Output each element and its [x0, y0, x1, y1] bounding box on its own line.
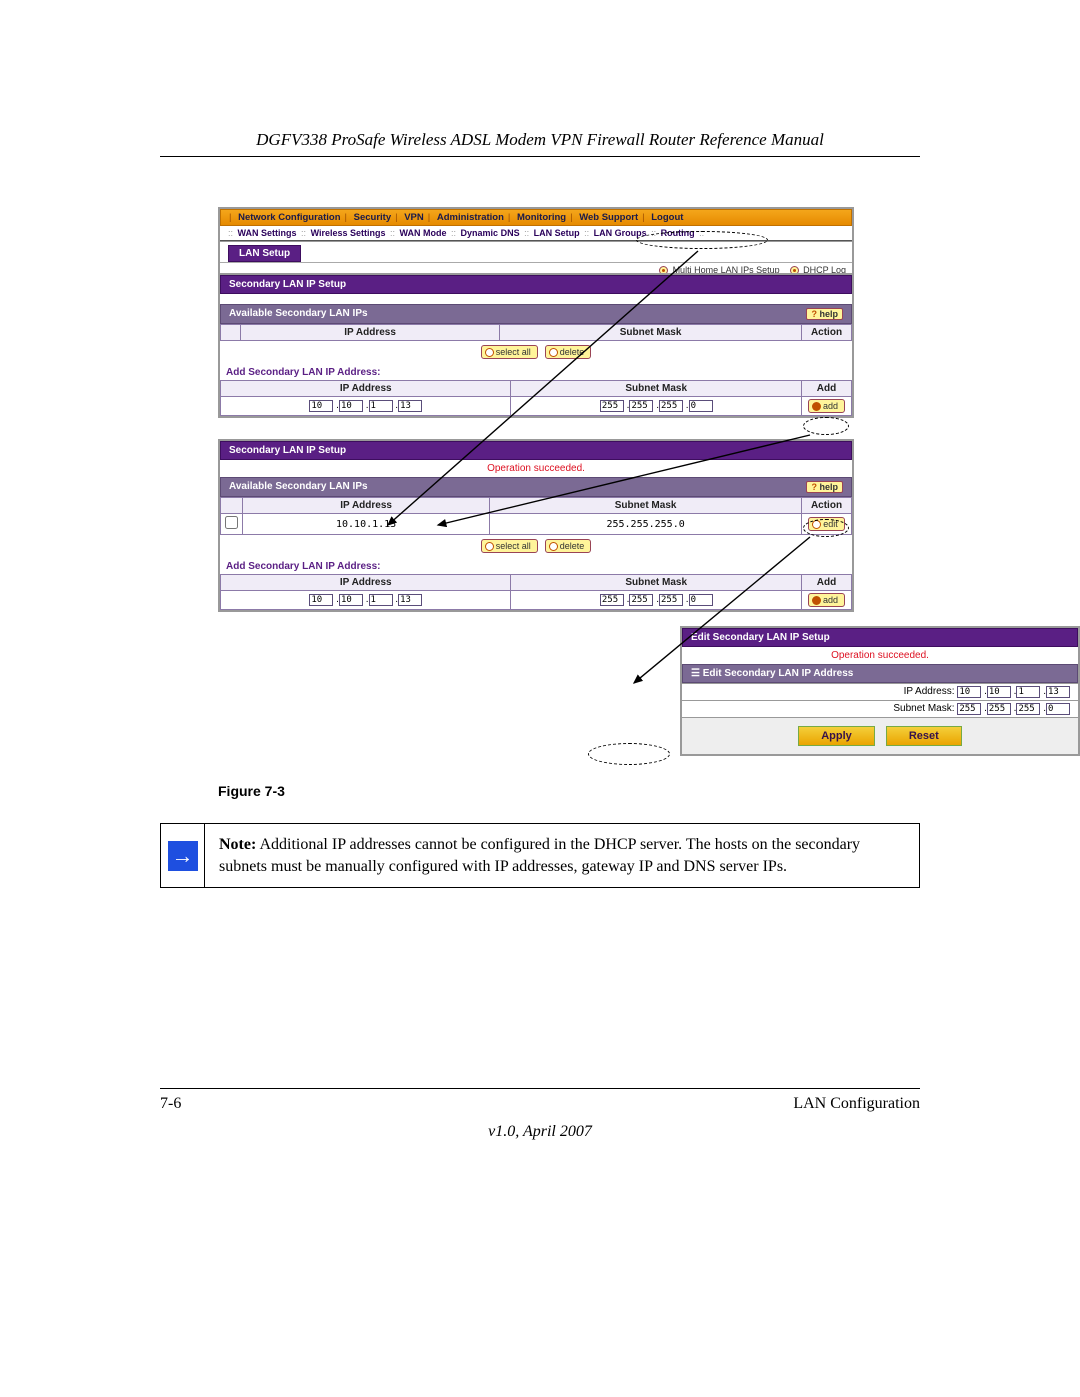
delete-button[interactable]: delete: [545, 345, 592, 359]
avail-table: IP Address Subnet Mask Action 10.10.1.13…: [220, 497, 852, 535]
note-arrow-icon: →: [161, 824, 205, 887]
panel-1-body: Secondary LAN IP Setup Available Seconda…: [218, 273, 854, 418]
col-ip: IP Address: [221, 575, 511, 591]
subnav-ddns[interactable]: Dynamic DNS: [461, 228, 520, 238]
annotation-ellipse: [636, 231, 768, 249]
figure-caption: Figure 7-3: [218, 783, 920, 799]
nav-monitoring[interactable]: Monitoring: [515, 212, 568, 223]
add-button[interactable]: add: [808, 399, 845, 413]
col-ip: IP Address: [241, 325, 500, 341]
mask-label: Subnet Mask:: [870, 703, 955, 714]
top-nav: | Network Configuration | Security | VPN…: [220, 209, 852, 226]
avail-header: Available Secondary LAN IPs ? help: [220, 304, 852, 324]
annotation-ellipse: [588, 743, 670, 765]
help-button[interactable]: ? help: [806, 481, 843, 493]
nav-websupport[interactable]: Web Support: [577, 212, 640, 223]
col-action: Action: [802, 498, 852, 514]
select-all-button[interactable]: select all: [481, 345, 538, 359]
nav-logout[interactable]: Logout: [649, 212, 685, 223]
select-all-button[interactable]: select all: [481, 539, 538, 553]
subnav-lansetup[interactable]: LAN Setup: [534, 228, 580, 238]
page-number: 7-6: [160, 1095, 181, 1113]
subnav-wan[interactable]: WAN Settings: [238, 228, 297, 238]
status-message: Operation succeeded.: [682, 647, 1078, 664]
edit-ip-input[interactable]: . . .: [957, 686, 1070, 698]
figure-wrap: | Network Configuration | Security | VPN…: [218, 207, 858, 767]
add-button[interactable]: add: [808, 593, 845, 607]
col-action: Action: [802, 325, 852, 341]
col-ip: IP Address: [243, 498, 490, 514]
col-ip: IP Address: [221, 381, 511, 397]
version-label: v1.0, April 2007: [160, 1123, 920, 1141]
tab-lan-setup[interactable]: LAN Setup: [228, 245, 301, 262]
edit-mask-input[interactable]: . . .: [957, 703, 1070, 715]
note-text: Note: Additional IP addresses cannot be …: [205, 824, 919, 887]
section-header: Secondary LAN IP Setup: [220, 441, 852, 460]
status-message: Operation succeeded.: [220, 460, 852, 477]
doc-title: DGFV338 ProSafe Wireless ADSL Modem VPN …: [160, 130, 920, 157]
section-header: Secondary LAN IP Setup: [220, 275, 852, 294]
subnav-wireless[interactable]: Wireless Settings: [311, 228, 386, 238]
avail-header: Available Secondary LAN IPs ? help: [220, 477, 852, 497]
col-mask: Subnet Mask: [511, 381, 801, 397]
add-table: IP Address Subnet Mask Add . . . . . . a…: [220, 380, 852, 416]
section-header: Edit Secondary LAN IP Setup: [682, 628, 1078, 647]
page-footer: 7-6 LAN Configuration: [160, 1088, 920, 1113]
nav-vpn[interactable]: VPN: [402, 212, 426, 223]
ip-address-input[interactable]: . . .: [309, 400, 422, 412]
note-box: → Note: Additional IP addresses cannot b…: [160, 823, 920, 888]
nav-admin[interactable]: Administration: [435, 212, 506, 223]
section-name: LAN Configuration: [793, 1095, 920, 1113]
subnet-mask-input[interactable]: . . .: [600, 594, 713, 606]
table-row: 10.10.1.13 255.255.255.0 edit: [221, 514, 852, 535]
col-add: Add: [801, 575, 851, 591]
help-button[interactable]: ? help: [806, 308, 843, 320]
row-ip: 10.10.1.13: [243, 514, 490, 535]
col-mask: Subnet Mask: [511, 575, 801, 591]
apply-button[interactable]: Apply: [798, 726, 875, 746]
delete-button[interactable]: delete: [545, 539, 592, 553]
panel-2: Secondary LAN IP Setup Operation succeed…: [218, 439, 854, 612]
add-header: Add Secondary LAN IP Address:: [220, 557, 852, 574]
subnav-wanmode[interactable]: WAN Mode: [400, 228, 447, 238]
row-checkbox[interactable]: [225, 516, 238, 529]
add-table: IP Address Subnet Mask Add . . . . . . a…: [220, 574, 852, 610]
col-add: Add: [801, 381, 851, 397]
add-header: Add Secondary LAN IP Address:: [220, 363, 852, 380]
col-mask: Subnet Mask: [490, 498, 802, 514]
panel-3: Edit Secondary LAN IP Setup Operation su…: [680, 626, 1080, 756]
row-mask: 255.255.255.0: [490, 514, 802, 535]
nav-security[interactable]: Security: [352, 212, 394, 223]
col-mask: Subnet Mask: [500, 325, 802, 341]
nav-network[interactable]: Network Configuration: [236, 212, 342, 223]
avail-table: IP Address Subnet Mask Action: [220, 324, 852, 341]
subnet-mask-input[interactable]: . . .: [600, 400, 713, 412]
reset-button[interactable]: Reset: [886, 726, 962, 746]
ip-label: IP Address:: [870, 686, 955, 697]
edit-subheader: ☰ Edit Secondary LAN IP Address: [682, 664, 1078, 683]
annotation-ellipse: [803, 417, 849, 435]
ip-address-input[interactable]: . . .: [309, 594, 422, 606]
annotation-ellipse: [803, 519, 849, 537]
